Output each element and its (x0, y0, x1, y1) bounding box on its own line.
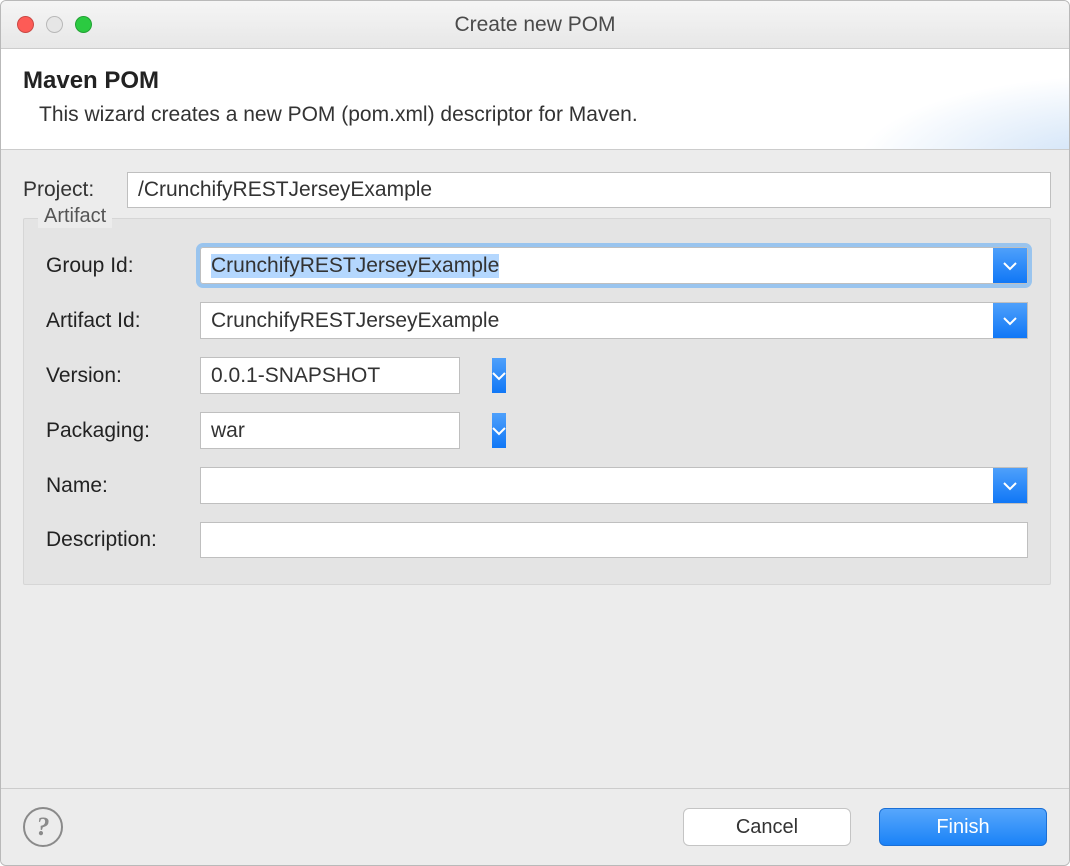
chevron-down-icon[interactable] (993, 468, 1027, 503)
window-title: Create new POM (1, 13, 1069, 37)
version-row: Version: (46, 357, 1028, 394)
version-combo[interactable] (200, 357, 460, 394)
finish-button[interactable]: Finish (879, 808, 1047, 846)
chevron-down-icon[interactable] (993, 303, 1027, 338)
chevron-down-icon[interactable] (993, 248, 1027, 283)
name-input[interactable] (201, 468, 993, 503)
name-row: Name: (46, 467, 1028, 504)
wizard-body: Project: Artifact Group Id: Artifact Id: (1, 150, 1069, 788)
packaging-input[interactable] (201, 413, 492, 448)
packaging-row: Packaging: (46, 412, 1028, 449)
name-combo[interactable] (200, 467, 1028, 504)
packaging-combo[interactable] (200, 412, 460, 449)
artifact-id-row: Artifact Id: (46, 302, 1028, 339)
maximize-icon[interactable] (75, 16, 92, 33)
chevron-down-icon[interactable] (492, 413, 506, 448)
wizard-header: Maven POM This wizard creates a new POM … (1, 49, 1069, 150)
artifact-id-input[interactable] (201, 303, 993, 338)
cancel-button[interactable]: Cancel (683, 808, 851, 846)
group-id-row: Group Id: (46, 247, 1028, 284)
close-icon[interactable] (17, 16, 34, 33)
artifact-legend: Artifact (38, 205, 112, 228)
group-id-combo[interactable] (200, 247, 1028, 284)
window-controls (1, 16, 92, 33)
help-icon[interactable]: ? (23, 807, 63, 847)
wizard-footer: ? Cancel Finish (1, 788, 1069, 865)
description-label: Description: (46, 528, 200, 552)
wizard-description: This wizard creates a new POM (pom.xml) … (23, 103, 1047, 127)
name-label: Name: (46, 474, 200, 498)
packaging-label: Packaging: (46, 419, 200, 443)
project-label: Project: (23, 178, 127, 202)
dialog-window: Create new POM Maven POM This wizard cre… (0, 0, 1070, 866)
project-row: Project: (23, 172, 1051, 208)
project-input[interactable] (127, 172, 1051, 208)
chevron-down-icon[interactable] (492, 358, 506, 393)
group-id-label: Group Id: (46, 254, 200, 278)
artifact-fieldset: Artifact Group Id: Artifact Id: (23, 218, 1051, 585)
version-label: Version: (46, 364, 200, 388)
artifact-id-combo[interactable] (200, 302, 1028, 339)
footer-buttons: Cancel Finish (683, 808, 1047, 846)
minimize-icon (46, 16, 63, 33)
description-input[interactable] (200, 522, 1028, 558)
artifact-id-label: Artifact Id: (46, 309, 200, 333)
description-row: Description: (46, 522, 1028, 558)
titlebar: Create new POM (1, 1, 1069, 49)
group-id-input[interactable] (201, 248, 993, 283)
wizard-title: Maven POM (23, 67, 1047, 95)
version-input[interactable] (201, 358, 492, 393)
